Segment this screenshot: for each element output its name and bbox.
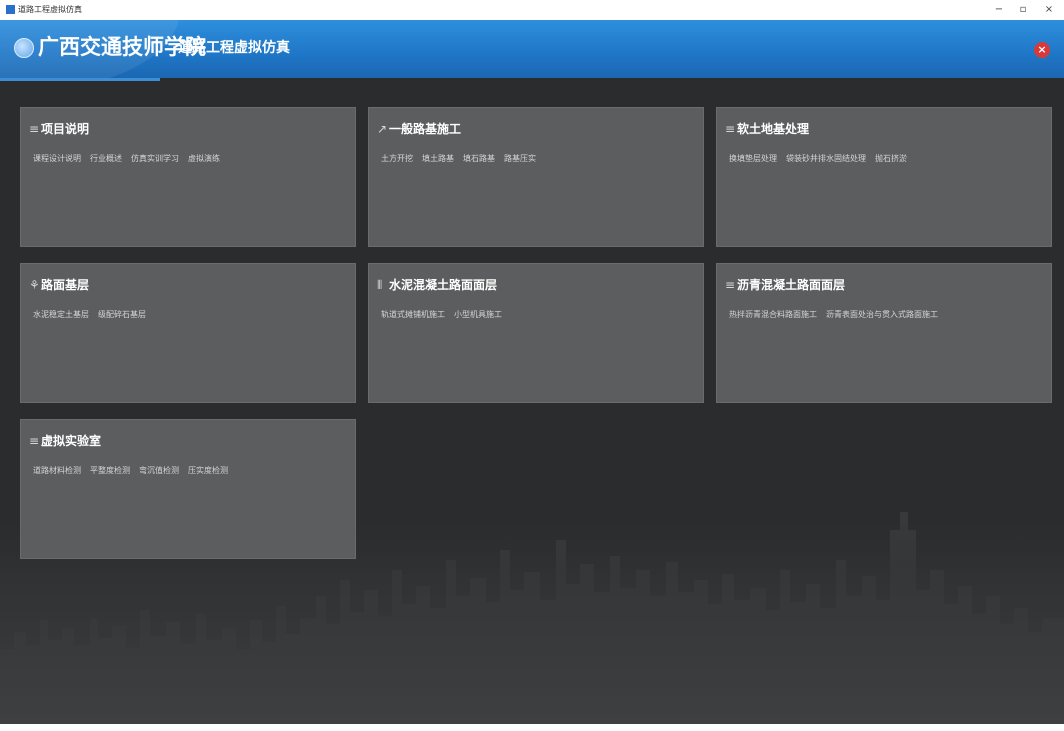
grid-icon: ⦀	[377, 278, 383, 292]
card-item-link[interactable]: 水泥稳定土基层	[33, 310, 89, 319]
app-title: 道路工程虚拟仿真	[178, 40, 290, 56]
slope-icon: ↗	[377, 122, 388, 136]
window-title: 道路工程虚拟仿真	[18, 5, 82, 14]
card-item-list: 轨道式摊铺机施工 小型机具施工	[381, 310, 511, 320]
card-item-link[interactable]: 小型机具施工	[454, 310, 502, 319]
card-title-text: 一般路基施工	[389, 122, 462, 136]
app-header: 广西交通技师学院 道路工程虚拟仿真 ×	[0, 20, 1064, 84]
window-titlebar: 道路工程虚拟仿真 − ▫ ×	[0, 0, 1064, 21]
road-icon: ⚘	[29, 278, 40, 292]
maximize-button[interactable]: ▫	[1014, 2, 1032, 18]
module-card-soft-soil-treatment[interactable]: ≡ 软土地基处理 换填垫层处理 袋装砂井排水固结处理 抛石挤淤	[716, 107, 1052, 247]
header-accent-line	[0, 78, 160, 81]
layers-icon: ≡	[725, 278, 736, 292]
card-item-link[interactable]: 沥青表面处治与贯入式路面施工	[826, 310, 938, 319]
card-item-link[interactable]: 弯沉值检测	[139, 466, 179, 475]
card-item-list: 热拌沥青混合料路面施工 沥青表面处治与贯入式路面施工	[729, 310, 947, 320]
card-item-link[interactable]: 路基压实	[504, 154, 536, 163]
card-title: ↗ 一般路基施工	[377, 122, 461, 136]
card-item-link[interactable]: 平整度检测	[90, 466, 130, 475]
module-card-virtual-lab[interactable]: ≡ 虚拟实验室 道路材料检测 平整度检测 弯沉值检测 压实度检测	[20, 419, 356, 559]
card-title: ≡ 项目说明	[29, 122, 89, 136]
app-icon	[6, 5, 15, 14]
card-item-list: 土方开挖 填土路基 填石路基 路基压实	[381, 154, 545, 164]
card-item-link[interactable]: 抛石挤淤	[875, 154, 907, 163]
list-icon: ≡	[29, 122, 40, 136]
card-item-list: 换填垫层处理 袋装砂井排水固结处理 抛石挤淤	[729, 154, 916, 164]
card-item-link[interactable]: 土方开挖	[381, 154, 413, 163]
card-item-link[interactable]: 道路材料检测	[33, 466, 81, 475]
card-item-list: 水泥稳定土基层 级配碎石基层	[33, 310, 155, 320]
card-item-link[interactable]: 换填垫层处理	[729, 154, 777, 163]
card-title-text: 路面基层	[41, 278, 90, 292]
card-title: ⚘路面基层	[29, 278, 89, 292]
card-item-link[interactable]: 轨道式摊铺机施工	[381, 310, 445, 319]
card-title-text: 沥青混凝土路面面层	[737, 278, 846, 292]
card-item-link[interactable]: 填石路基	[463, 154, 495, 163]
module-card-pavement-base[interactable]: ⚘路面基层 水泥稳定土基层 级配碎石基层	[20, 263, 356, 403]
app-window: 道路工程虚拟仿真 − ▫ × 广西交通技师学院 道路工程虚拟仿真 × ≡ 项目说明…	[0, 0, 1064, 731]
card-item-link[interactable]: 热拌沥青混合料路面施工	[729, 310, 817, 319]
school-logo-icon	[14, 38, 34, 58]
app-close-icon[interactable]: ×	[1034, 42, 1050, 58]
card-title-text: 水泥混凝土路面面层	[389, 278, 498, 292]
card-item-link[interactable]: 课程设计说明	[33, 154, 81, 163]
card-title-text: 软土地基处理	[737, 122, 810, 136]
card-title: ≡ 沥青混凝土路面面层	[725, 278, 845, 292]
card-item-link[interactable]: 填土路基	[422, 154, 454, 163]
card-title: ⦀ 水泥混凝土路面面层	[377, 278, 497, 292]
card-title-text: 虚拟实验室	[41, 434, 102, 448]
card-title: ≡ 虚拟实验室	[29, 434, 101, 448]
card-item-link[interactable]: 压实度检测	[188, 466, 228, 475]
card-item-link[interactable]: 虚拟演练	[188, 154, 220, 163]
card-item-link[interactable]: 行业概述	[90, 154, 122, 163]
card-item-link[interactable]: 仿真实训学习	[131, 154, 179, 163]
window-close-button[interactable]: ×	[1040, 2, 1058, 18]
minimize-button[interactable]: −	[990, 2, 1008, 18]
card-item-link[interactable]: 袋装砂井排水固结处理	[786, 154, 866, 163]
list-icon: ≡	[29, 434, 40, 448]
module-card-asphalt-pavement[interactable]: ≡ 沥青混凝土路面面层 热拌沥青混合料路面施工 沥青表面处治与贯入式路面施工	[716, 263, 1052, 403]
card-title-text: 项目说明	[41, 122, 90, 136]
layers-icon: ≡	[725, 122, 736, 136]
module-card-subgrade-construction[interactable]: ↗ 一般路基施工 土方开挖 填土路基 填石路基 路基压实	[368, 107, 704, 247]
card-item-list: 道路材料检测 平整度检测 弯沉值检测 压实度检测	[33, 466, 237, 476]
card-title: ≡ 软土地基处理	[725, 122, 809, 136]
module-card-concrete-pavement[interactable]: ⦀ 水泥混凝土路面面层 轨道式摊铺机施工 小型机具施工	[368, 263, 704, 403]
module-card-project-description[interactable]: ≡ 项目说明 课程设计说明 行业概述 仿真实训学习 虚拟演练	[20, 107, 356, 247]
window-bottom-edge	[0, 724, 1064, 731]
card-item-list: 课程设计说明 行业概述 仿真实训学习 虚拟演练	[33, 154, 229, 164]
card-item-link[interactable]: 级配碎石基层	[98, 310, 146, 319]
